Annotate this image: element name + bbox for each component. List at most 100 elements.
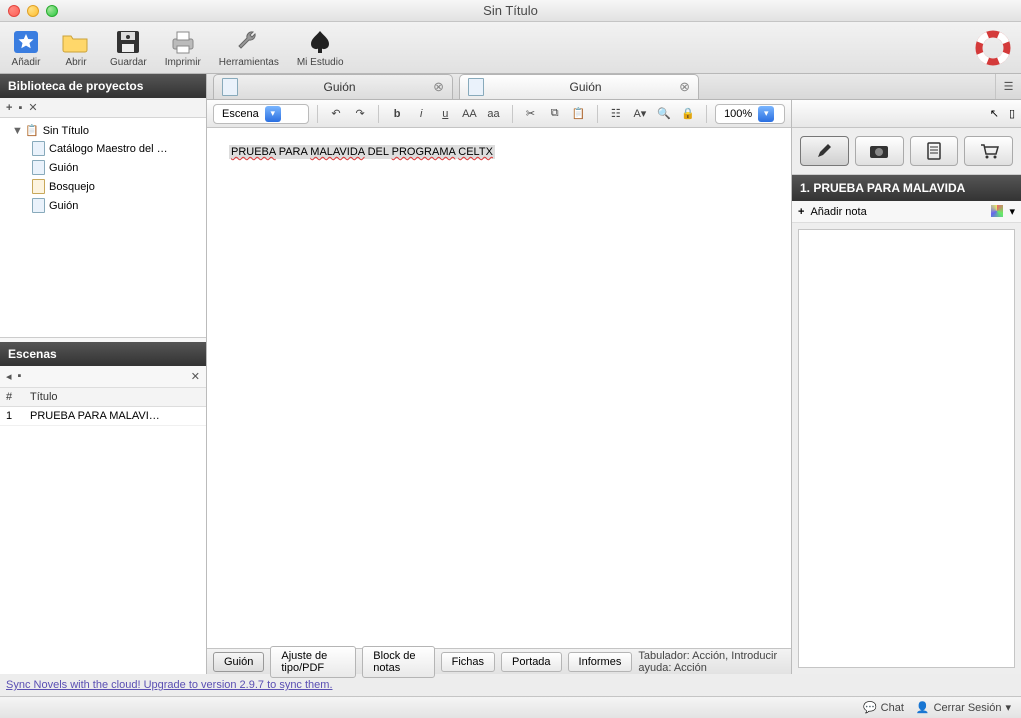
font-button[interactable]: A▾ bbox=[630, 104, 650, 124]
close-tab-icon[interactable]: ⊗ bbox=[433, 79, 444, 95]
scenes-prev-icon[interactable]: ◂ bbox=[6, 370, 12, 383]
right-scene-header: 1. PRUEBA PARA MALAVIDA bbox=[792, 175, 1021, 201]
bottom-tab-pdf[interactable]: Ajuste de tipo/PDF bbox=[270, 646, 356, 678]
add-note-icon[interactable]: + bbox=[798, 206, 804, 218]
scene-list[interactable]: # Título 1 PRUEBA PARA MALAVI… bbox=[0, 388, 206, 674]
status-bar: 💬 Chat 👤 Cerrar Sesión ▾ bbox=[0, 696, 1021, 718]
underline-button[interactable]: u bbox=[435, 104, 455, 124]
bottom-tab-notes[interactable]: Block de notas bbox=[362, 646, 434, 678]
tools-button[interactable]: Herramientas bbox=[219, 28, 279, 68]
lowercase-button[interactable]: aa bbox=[483, 104, 503, 124]
close-tab-icon[interactable]: ⊗ bbox=[679, 79, 690, 95]
save-button[interactable]: Guardar bbox=[110, 28, 147, 68]
projects-header: Biblioteca de proyectos bbox=[0, 74, 206, 98]
sync-upgrade-link[interactable]: Sync Novels with the cloud! Upgrade to v… bbox=[6, 679, 333, 691]
uppercase-button[interactable]: AA bbox=[459, 104, 479, 124]
save-label: Guardar bbox=[110, 57, 147, 68]
spade-icon bbox=[304, 28, 336, 56]
media-tab[interactable] bbox=[855, 136, 904, 166]
bottom-tabs: Guión Ajuste de tipo/PDF Block de notas … bbox=[207, 648, 791, 674]
dual-dialog-button[interactable]: ☷ bbox=[606, 104, 626, 124]
tab-hint: Tabulador: Acción, Introducir ayuda: Acc… bbox=[638, 650, 785, 674]
lifering-icon bbox=[975, 30, 1011, 66]
catalog-tab[interactable] bbox=[964, 136, 1013, 166]
tree-root[interactable]: ▼ 📋 Sin Título bbox=[0, 122, 206, 139]
cursor-icon[interactable]: ↖ bbox=[990, 107, 999, 120]
wrench-icon bbox=[233, 28, 265, 56]
format-toolbar: Escena ▾ ↶ ↷ b i u AA aa ✂ ⧉ 📋 bbox=[207, 100, 791, 128]
project-icon: 📋 bbox=[25, 124, 39, 137]
cart-icon bbox=[979, 143, 999, 159]
editor-area: Escena ▾ ↶ ↷ b i u AA aa ✂ ⧉ 📋 bbox=[207, 100, 791, 674]
tree-item[interactable]: Catálogo Maestro del … bbox=[0, 139, 206, 158]
tools-label: Herramientas bbox=[219, 57, 279, 68]
color-grid-icon[interactable] bbox=[991, 205, 1003, 217]
tab-overflow-button[interactable]: ☰ bbox=[995, 74, 1021, 99]
scene-row[interactable]: 1 PRUEBA PARA MALAVI… bbox=[0, 407, 206, 426]
chat-icon: 💬 bbox=[863, 701, 877, 714]
col-title[interactable]: Título bbox=[24, 388, 206, 407]
bottom-tab-cards[interactable]: Fichas bbox=[441, 652, 495, 672]
add-project-icon[interactable]: + bbox=[6, 102, 12, 114]
italic-button[interactable]: i bbox=[411, 104, 431, 124]
tree-item[interactable]: Guión bbox=[0, 196, 206, 215]
script-page[interactable]: PRUEBA PARA MALAVIDA DEL PROGRAMA CELTX bbox=[207, 128, 791, 648]
col-number[interactable]: # bbox=[0, 388, 24, 407]
lock-button[interactable]: 🔒 bbox=[678, 104, 698, 124]
right-ops: + Añadir nota ▾ bbox=[792, 201, 1021, 223]
note-menu-icon[interactable]: ▾ bbox=[1009, 205, 1015, 218]
bold-button[interactable]: b bbox=[387, 104, 407, 124]
tab-label: Guión bbox=[246, 80, 433, 94]
folder-icon bbox=[60, 28, 92, 56]
tree-item[interactable]: Guión bbox=[0, 158, 206, 177]
page-width-icon[interactable]: ▯ bbox=[1009, 107, 1015, 120]
delete-icon[interactable]: ✕ bbox=[28, 101, 37, 114]
add-label: Añadir bbox=[12, 57, 41, 68]
zoom-dropdown[interactable]: 100% ▾ bbox=[715, 104, 785, 124]
cut-button[interactable]: ✂ bbox=[520, 104, 540, 124]
notes-area[interactable] bbox=[798, 229, 1015, 668]
help-button[interactable] bbox=[975, 30, 1011, 66]
bottom-tab-reports[interactable]: Informes bbox=[568, 652, 633, 672]
paste-button[interactable]: 📋 bbox=[569, 104, 589, 124]
zoom-value: 100% bbox=[724, 108, 752, 120]
chat-button[interactable]: 💬 Chat bbox=[863, 701, 904, 714]
tree-item-label: Bosquejo bbox=[49, 181, 95, 193]
scene-heading[interactable]: PRUEBA PARA MALAVIDA DEL PROGRAMA CELTX bbox=[229, 145, 495, 159]
tree-item[interactable]: Bosquejo bbox=[0, 177, 206, 196]
project-tree[interactable]: ▼ 📋 Sin Título Catálogo Maestro del … Gu… bbox=[0, 118, 206, 338]
scenes-header: Escenas bbox=[0, 342, 206, 366]
star-icon bbox=[10, 28, 42, 56]
tab-guion-2[interactable]: Guión ⊗ bbox=[459, 74, 699, 99]
studio-button[interactable]: Mi Estudio bbox=[297, 28, 344, 68]
tab-label: Guión bbox=[492, 80, 679, 94]
right-tabs bbox=[792, 128, 1021, 175]
scenes-flag-icon[interactable]: ▪ bbox=[18, 370, 22, 383]
redo-button[interactable]: ↷ bbox=[350, 104, 370, 124]
add-button[interactable]: Añadir bbox=[10, 28, 42, 68]
print-button[interactable]: Imprimir bbox=[165, 28, 201, 68]
notes-tab[interactable] bbox=[800, 136, 849, 166]
open-button[interactable]: Abrir bbox=[60, 28, 92, 68]
undo-button[interactable]: ↶ bbox=[326, 104, 346, 124]
bottom-tab-guion[interactable]: Guión bbox=[213, 652, 264, 672]
session-label: Cerrar Sesión bbox=[934, 702, 1002, 714]
print-label: Imprimir bbox=[165, 57, 201, 68]
find-button[interactable]: 🔍 bbox=[654, 104, 674, 124]
folder-small-icon[interactable]: ▪ bbox=[18, 102, 22, 114]
right-toolbar: ↖ ▯ bbox=[792, 100, 1021, 128]
element-type-dropdown[interactable]: Escena ▾ bbox=[213, 104, 309, 124]
bottom-tab-cover[interactable]: Portada bbox=[501, 652, 562, 672]
breakdown-tab[interactable] bbox=[910, 136, 959, 166]
add-note-label[interactable]: Añadir nota bbox=[810, 206, 866, 218]
tab-guion-1[interactable]: Guión ⊗ bbox=[213, 74, 453, 99]
session-button[interactable]: 👤 Cerrar Sesión ▾ bbox=[916, 701, 1011, 714]
copy-button[interactable]: ⧉ bbox=[545, 104, 565, 124]
disclosure-triangle-icon[interactable]: ▼ bbox=[12, 125, 21, 137]
printer-icon bbox=[167, 28, 199, 56]
document-icon bbox=[468, 78, 484, 96]
projects-ops: + ▪ ✕ bbox=[0, 98, 206, 118]
left-sidebar: Biblioteca de proyectos + ▪ ✕ ▼ 📋 Sin Tí… bbox=[0, 74, 207, 674]
scenes-close-icon[interactable]: ✕ bbox=[191, 370, 200, 383]
scene-title: PRUEBA PARA MALAVI… bbox=[24, 407, 206, 426]
